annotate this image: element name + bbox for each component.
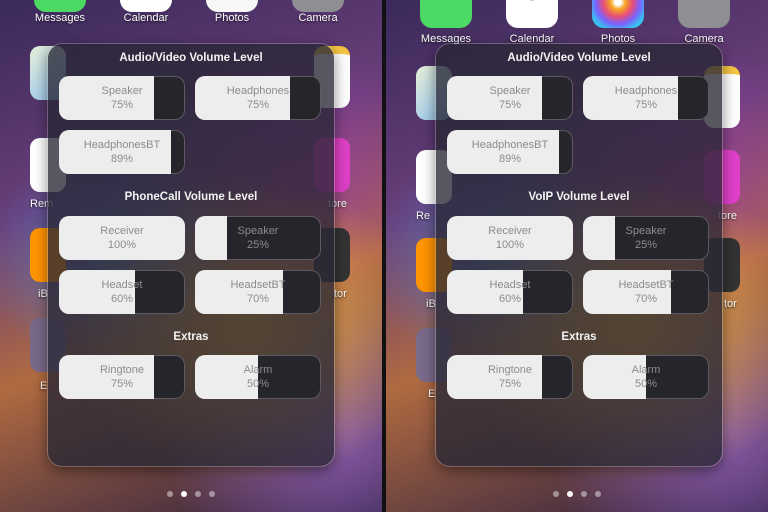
volume-slider[interactable]: HeadsetBT 70% [583, 270, 709, 314]
right-screen: 3 Messages Calendar Photos Camera Re iB … [386, 0, 768, 512]
calendar-app-icon[interactable]: 3 [506, 0, 558, 28]
edge-label: tor [334, 288, 347, 300]
slider-label: HeadphonesBT [83, 139, 161, 151]
slider-label: HeadsetBT [230, 279, 286, 291]
slider-value: 89% [110, 153, 134, 165]
slider-label: HeadphonesBT [471, 139, 549, 151]
calendar-day: 3 [506, 0, 558, 8]
volume-slider[interactable]: HeadsetBT 70% [195, 270, 321, 314]
slider-value: 25% [246, 239, 270, 251]
volume-slider[interactable]: Headset 60% [59, 270, 185, 314]
volume-slider[interactable]: Speaker 75% [59, 76, 185, 120]
camera-app-icon[interactable] [292, 0, 344, 12]
volume-slider[interactable]: Ringtone 75% [447, 355, 573, 399]
volume-slider[interactable]: Receiver 100% [447, 216, 573, 260]
volume-slider[interactable]: Receiver 100% [59, 216, 185, 260]
slider-label: Ringtone [487, 364, 533, 376]
section-title: Audio/Video Volume Level [507, 52, 651, 64]
volume-slider[interactable]: Speaker 25% [195, 216, 321, 260]
slider-value: 100% [107, 239, 137, 251]
page-dot[interactable] [595, 491, 601, 497]
section-title: PhoneCall Volume Level [124, 191, 258, 203]
slider-value: 70% [246, 293, 270, 305]
section-title: Audio/Video Volume Level [119, 52, 263, 64]
slider-value: 75% [634, 99, 658, 111]
slider-value: 60% [110, 293, 134, 305]
edge-label: iB [38, 288, 48, 300]
photos-label: Photos [214, 12, 250, 24]
page-dot[interactable] [553, 491, 559, 497]
slider-label: Headset [101, 279, 143, 291]
slider-value: 50% [634, 378, 658, 390]
slider-label: Headphones [226, 85, 290, 97]
slider-label: HeadsetBT [618, 279, 674, 291]
edge-label: E [428, 388, 436, 400]
volume-panel: Audio/Video Volume Level Speaker 75% Headph… [48, 44, 334, 466]
volume-panel: Audio/Video Volume Level Speaker 75% Headph… [436, 44, 722, 466]
slider-label: Speaker [237, 225, 279, 237]
volume-slider[interactable]: Ringtone 75% [59, 355, 185, 399]
slider-label: Speaker [625, 225, 667, 237]
page-dot[interactable] [567, 491, 573, 497]
slider-label: Headphones [614, 85, 678, 97]
photos-app-icon[interactable] [592, 0, 644, 28]
page-indicator[interactable] [0, 484, 382, 502]
volume-slider[interactable]: HeadphonesBT 89% [447, 130, 573, 174]
volume-slider[interactable]: HeadphonesBT 89% [59, 130, 185, 174]
slider-label: Headset [489, 279, 531, 291]
messages-app-icon[interactable] [420, 0, 472, 28]
volume-slider[interactable]: Headset 60% [447, 270, 573, 314]
messages-label: Messages [34, 12, 86, 24]
slider-value: 89% [498, 153, 522, 165]
edge-label: Re [416, 210, 431, 222]
volume-slider[interactable]: Speaker 75% [447, 76, 573, 120]
slider-label: Alarm [243, 364, 273, 376]
slider-value: 75% [110, 99, 134, 111]
slider-value: 75% [498, 99, 522, 111]
slider-value: 75% [498, 378, 522, 390]
slider-value: 50% [246, 378, 270, 390]
messages-app-icon[interactable] [34, 0, 86, 12]
slider-value: 25% [634, 239, 658, 251]
calendar-app-icon[interactable] [120, 0, 172, 12]
page-dot[interactable] [195, 491, 201, 497]
page-indicator[interactable] [386, 484, 768, 502]
camera-label: Camera [298, 12, 338, 24]
edge-label: iB [426, 298, 436, 310]
slider-value: 100% [495, 239, 525, 251]
volume-slider[interactable]: Headphones 75% [583, 76, 709, 120]
slider-label: Alarm [631, 364, 661, 376]
page-dot[interactable] [167, 491, 173, 497]
slider-label: Speaker [101, 85, 143, 97]
slider-label: Ringtone [99, 364, 145, 376]
volume-slider[interactable]: Alarm 50% [583, 355, 709, 399]
section-title: Extras [173, 331, 209, 343]
volume-slider[interactable]: Headphones 75% [195, 76, 321, 120]
section-title: VoIP Volume Level [528, 191, 630, 203]
page-dot[interactable] [181, 491, 187, 497]
calendar-label: Calendar [123, 12, 169, 24]
photos-app-icon[interactable] [206, 0, 258, 12]
slider-label: Receiver [488, 225, 532, 237]
slider-value: 75% [246, 99, 270, 111]
edge-label: tor [724, 298, 737, 310]
slider-value: 60% [498, 293, 522, 305]
volume-slider[interactable]: Alarm 50% [195, 355, 321, 399]
edge-label: E [40, 380, 48, 392]
left-screen: Messages Calendar Photos Camera Rem iB E… [0, 0, 382, 512]
camera-app-icon[interactable] [678, 0, 730, 28]
page-dot[interactable] [581, 491, 587, 497]
slider-value: 75% [110, 378, 134, 390]
slider-label: Receiver [100, 225, 144, 237]
slider-value: 70% [634, 293, 658, 305]
page-dot[interactable] [209, 491, 215, 497]
volume-slider[interactable]: Speaker 25% [583, 216, 709, 260]
section-title: Extras [561, 331, 597, 343]
slider-label: Speaker [489, 85, 531, 97]
